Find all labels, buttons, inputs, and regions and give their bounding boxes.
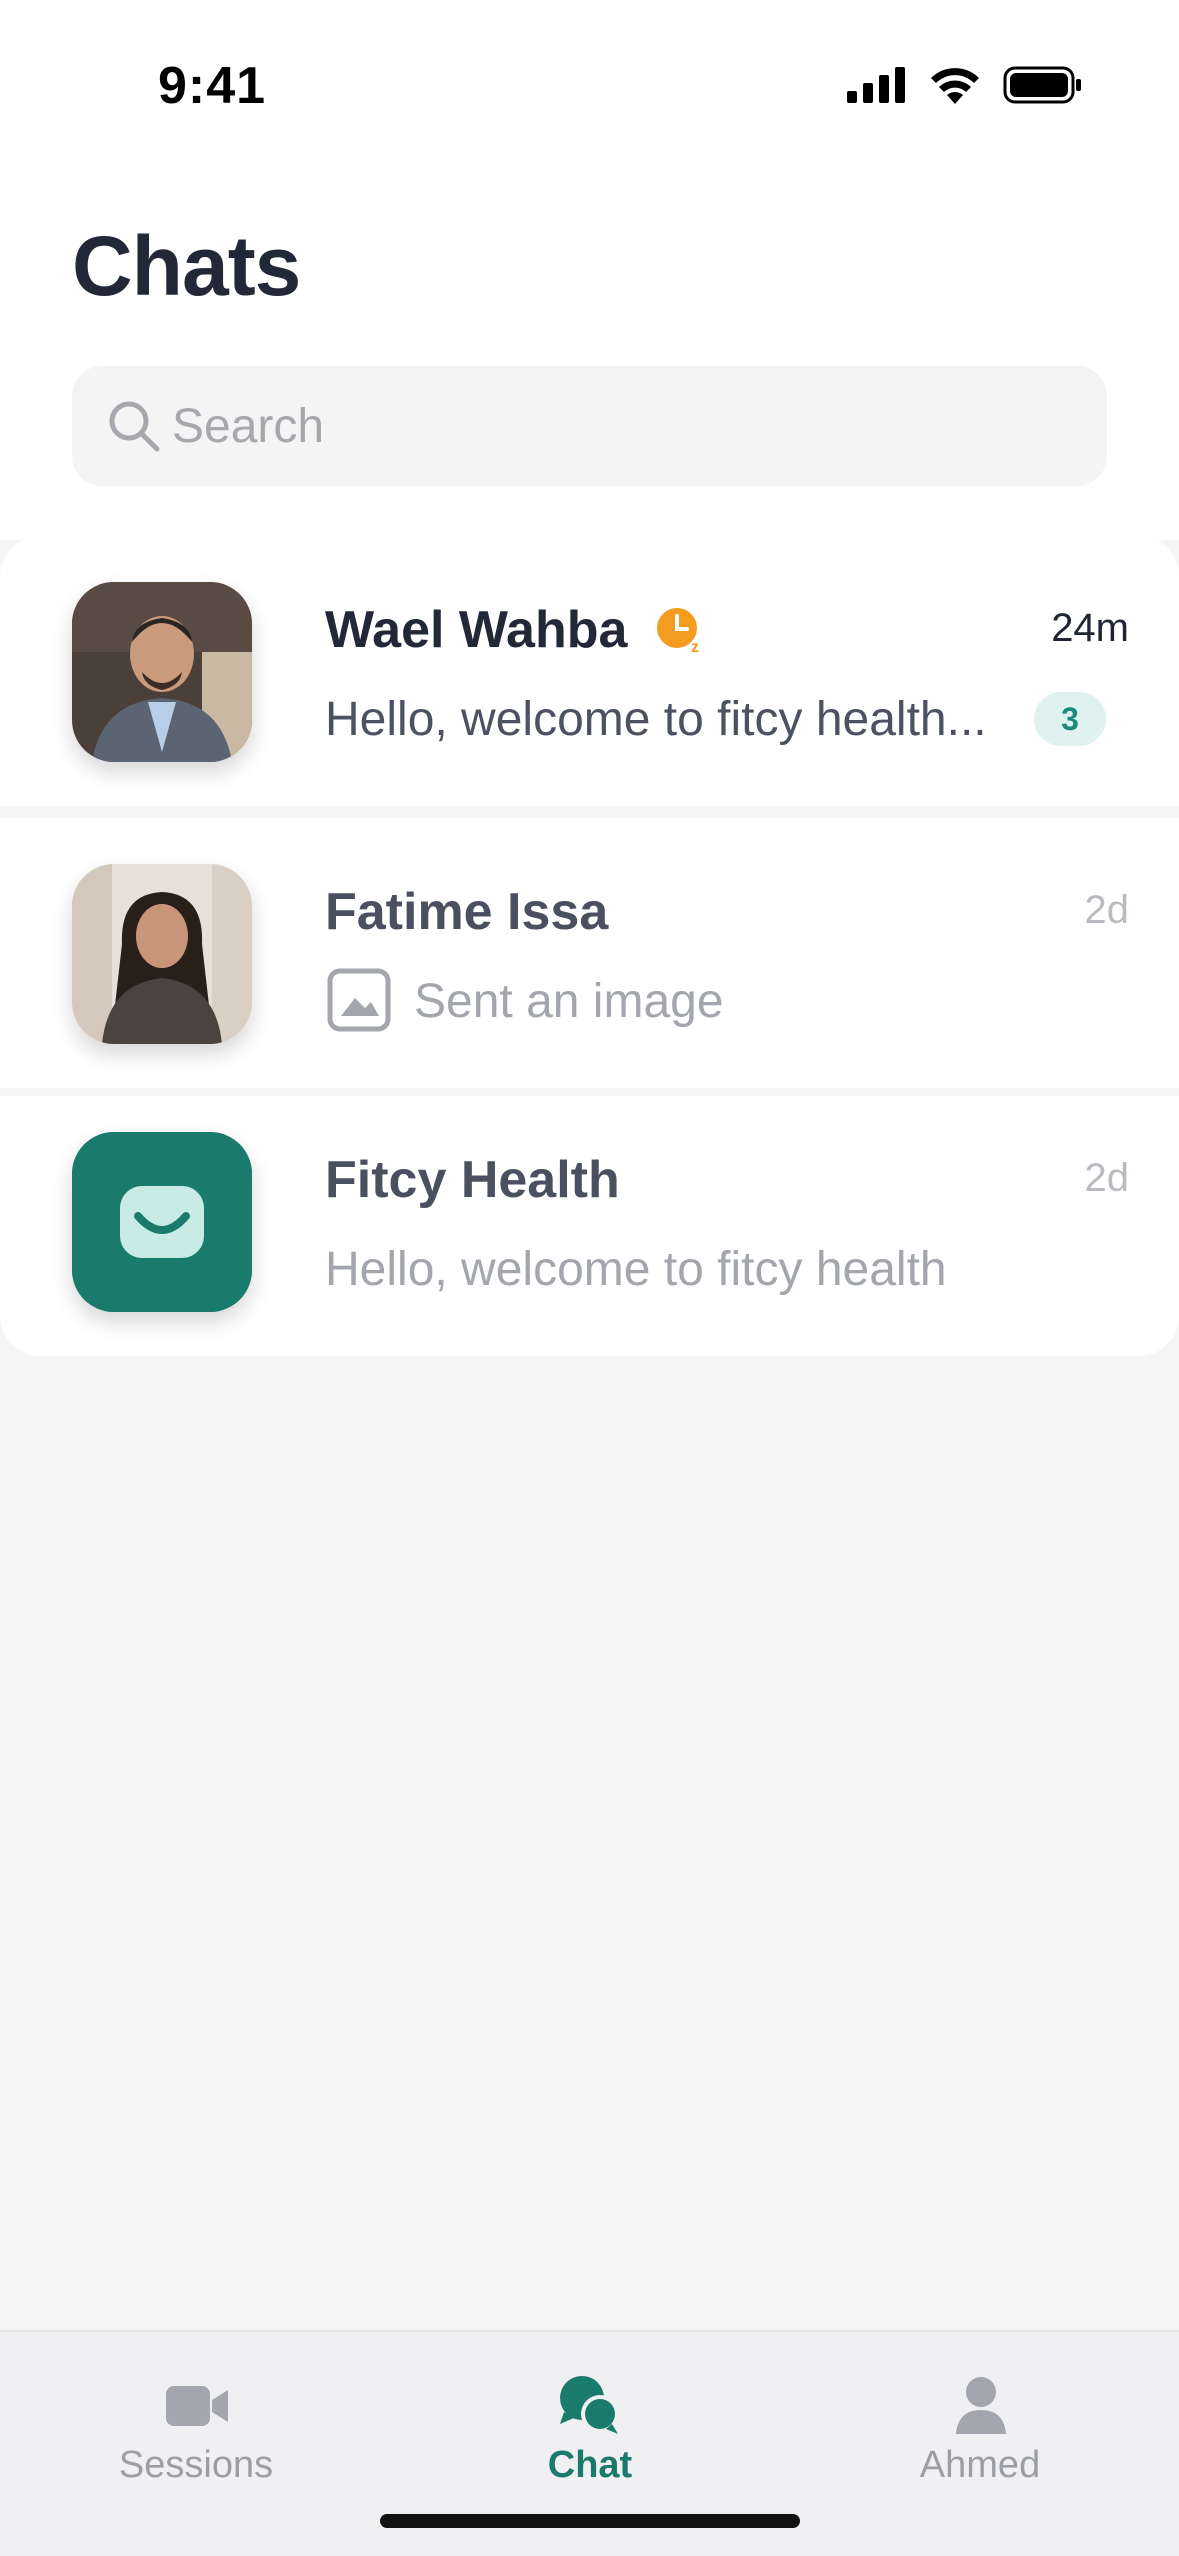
- cellular-signal-icon: [847, 67, 905, 103]
- avatar: [72, 864, 252, 1044]
- fitcy-logo-icon: [72, 1132, 252, 1312]
- avatar: [72, 1132, 252, 1312]
- chat-bubbles-icon: [560, 2376, 619, 2434]
- clock-snooze-icon: z: [657, 608, 699, 654]
- search-icon: [109, 401, 160, 452]
- message-time: 2d: [1084, 1156, 1130, 1200]
- search-input[interactable]: [172, 366, 1072, 486]
- message-time: 2d: [1084, 888, 1130, 932]
- tab-label: Sessions: [118, 2444, 274, 2486]
- page-title: Chats: [72, 219, 301, 313]
- profile-photo: [72, 582, 252, 762]
- tab-sessions[interactable]: Sessions: [46, 2332, 346, 2502]
- image-icon: [327, 968, 391, 1032]
- tab-label: Ahmed: [919, 2444, 1041, 2486]
- search-bar[interactable]: [72, 366, 1107, 486]
- wifi-icon: [931, 68, 979, 104]
- svg-text:z: z: [691, 639, 699, 654]
- tab-chat[interactable]: Chat: [440, 2332, 740, 2502]
- message-preview: Hello, welcome to fitcy health: [325, 1243, 947, 1296]
- status-icons: [847, 66, 1083, 104]
- unread-count-badge: 3: [1034, 692, 1106, 746]
- tab-profile[interactable]: Ahmed: [830, 2332, 1130, 2502]
- battery-icon: [1003, 66, 1081, 104]
- video-camera-icon: [166, 2386, 228, 2426]
- avatar: [72, 582, 252, 762]
- contact-name: Fitcy Health: [325, 1151, 620, 1209]
- profile-photo: [72, 864, 252, 1044]
- message-preview: Sent an image: [414, 975, 724, 1028]
- message-time: 24m: [1051, 606, 1129, 650]
- message-preview: Hello, welcome to fitcy health...: [325, 693, 987, 746]
- status-time: 9:41: [158, 57, 267, 115]
- contact-name: Fatime Issa: [325, 883, 609, 941]
- chat-row-fatime-issa[interactable]: Fatime Issa 2d Sent an image: [0, 818, 1179, 1088]
- chat-row-wael-wahba[interactable]: Wael Wahba z 24m Hello, welcome to fitcy…: [0, 536, 1179, 806]
- status-bar: 9:41: [0, 0, 1179, 150]
- tab-label: Chat: [547, 2444, 633, 2486]
- user-icon: [956, 2377, 1006, 2434]
- contact-name: Wael Wahba: [325, 601, 628, 659]
- chat-row-fitcy-health[interactable]: Fitcy Health 2d Hello, welcome to fitcy …: [0, 1096, 1179, 1356]
- home-indicator: [380, 2514, 800, 2528]
